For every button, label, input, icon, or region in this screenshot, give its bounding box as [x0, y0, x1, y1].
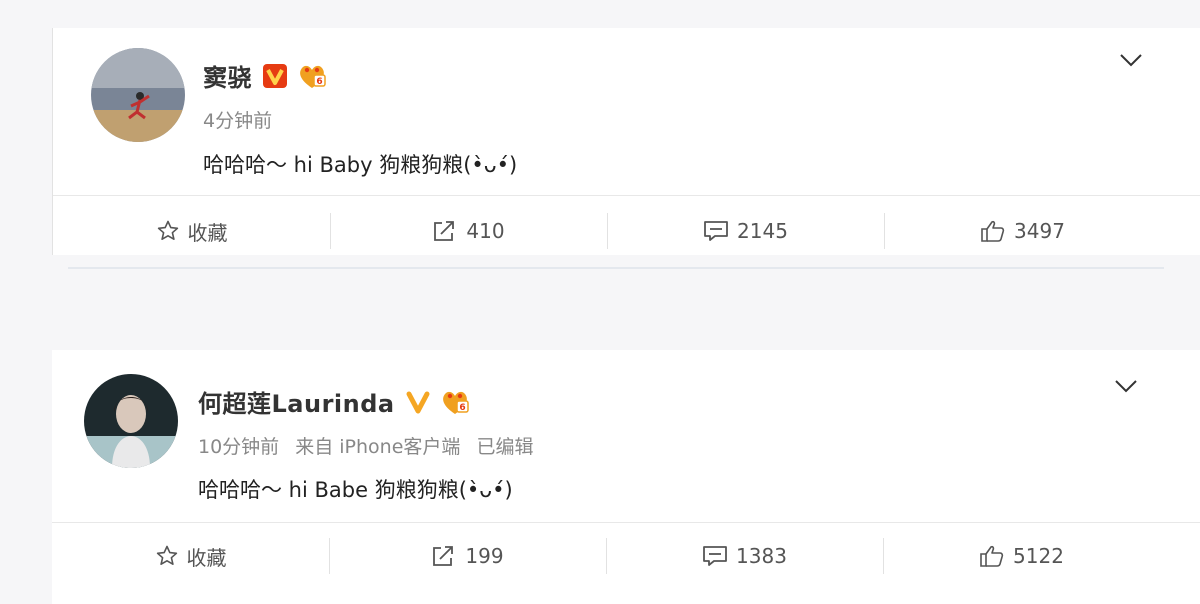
repost-count: 199: [465, 544, 504, 568]
favorite-button[interactable]: 收藏: [52, 528, 329, 584]
svg-text:6: 6: [316, 77, 322, 87]
vip-badge-icon[interactable]: 6: [439, 387, 471, 417]
author-row: 何超莲Laurinda 6: [198, 384, 471, 419]
chevron-down-icon[interactable]: [1117, 50, 1145, 70]
favorite-label: 收藏: [187, 220, 228, 245]
repost-icon: [433, 546, 454, 566]
repost-icon: [434, 221, 455, 241]
vip-badge-icon[interactable]: 6: [296, 61, 328, 91]
avatar[interactable]: [84, 374, 178, 468]
post-card-2: 何超莲Laurinda 6 10分钟前 来自 iPhone客户端 已编辑 哈哈哈…: [52, 350, 1200, 604]
repost-count: 410: [466, 219, 505, 243]
divider: [53, 195, 1200, 196]
username[interactable]: 何超莲Laurinda: [198, 384, 395, 419]
favorite-button[interactable]: 收藏: [53, 203, 330, 259]
edited-label[interactable]: 已编辑: [476, 436, 533, 458]
author-row: 窦骁 6: [203, 58, 328, 93]
post-card-1: 窦骁 6 4分钟前 哈哈哈～ hi Baby 狗粮狗粮(•̀ᴗ•́) 收藏 41…: [52, 28, 1200, 255]
divider: [52, 522, 1200, 523]
post-meta: 10分钟前 来自 iPhone客户端 已编辑: [198, 432, 543, 459]
verified-v-icon: [406, 391, 430, 413]
svg-text:6: 6: [459, 403, 465, 413]
post-time[interactable]: 4分钟前: [203, 110, 272, 132]
post-source[interactable]: 来自 iPhone客户端: [295, 436, 460, 458]
verified-v-icon: [263, 63, 287, 88]
post-text: 哈哈哈～ hi Babe 狗粮狗粮(•̀ᴗ•́): [198, 478, 513, 502]
comment-button[interactable]: 1383: [606, 528, 883, 584]
comment-button[interactable]: 2145: [607, 203, 884, 259]
username[interactable]: 窦骁: [203, 58, 252, 93]
like-icon: [981, 220, 1005, 242]
like-count: 5122: [1013, 544, 1064, 568]
like-icon: [980, 545, 1004, 567]
repost-button[interactable]: 199: [329, 528, 606, 584]
action-bar: 收藏 410 2145 3497: [53, 203, 1161, 259]
like-button[interactable]: 5122: [883, 528, 1160, 584]
post-meta: 4分钟前: [203, 106, 282, 133]
post-time[interactable]: 10分钟前: [198, 436, 279, 458]
like-button[interactable]: 3497: [884, 203, 1161, 259]
comment-icon: [704, 221, 728, 241]
star-icon: [156, 545, 177, 565]
avatar[interactable]: [91, 48, 185, 142]
comment-count: 1383: [736, 544, 787, 568]
post-text: 哈哈哈～ hi Baby 狗粮狗粮(•̀ᴗ•́): [203, 153, 518, 177]
like-count: 3497: [1014, 219, 1065, 243]
chevron-down-icon[interactable]: [1112, 376, 1140, 396]
separator: [68, 267, 1164, 269]
favorite-label: 收藏: [186, 545, 227, 570]
star-icon: [157, 220, 178, 240]
comment-count: 2145: [737, 219, 788, 243]
action-bar: 收藏 199 1383 5122: [52, 528, 1160, 584]
comment-icon: [703, 546, 727, 566]
repost-button[interactable]: 410: [330, 203, 607, 259]
